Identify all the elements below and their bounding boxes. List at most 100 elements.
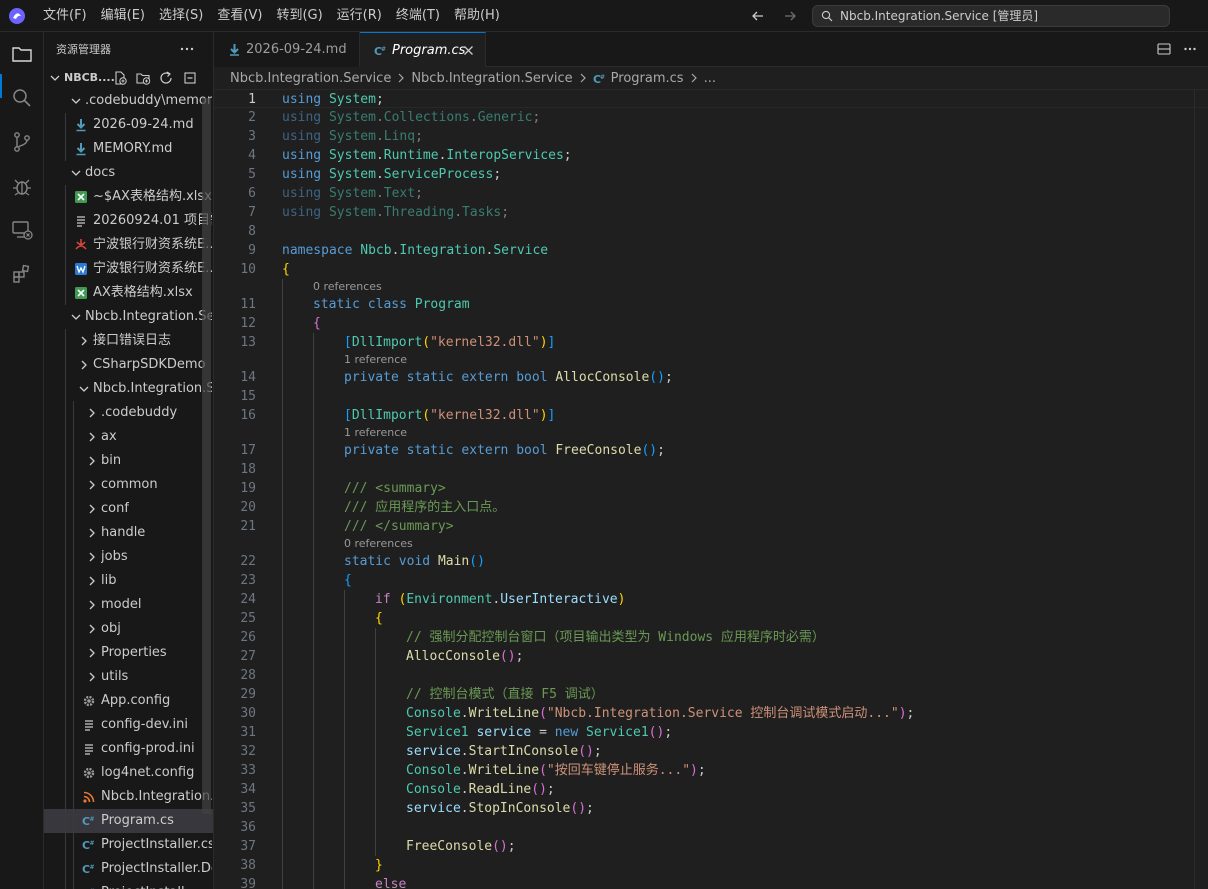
tree-folder[interactable]: CSharpSDKDemo: [44, 353, 213, 377]
codelens-references[interactable]: 1 reference: [214, 425, 1208, 441]
sidebar-scrollbar[interactable]: [202, 98, 211, 814]
code-line[interactable]: 23 {: [214, 571, 1208, 590]
tree-folder[interactable]: Properties: [44, 641, 213, 665]
tree-folder[interactable]: obj: [44, 617, 213, 641]
remote-explorer-icon[interactable]: [10, 218, 34, 242]
code-line[interactable]: 27 AllocConsole();: [214, 647, 1208, 666]
code-line[interactable]: 37 FreeConsole();: [214, 837, 1208, 856]
tree-file[interactable]: C # Program.cs: [44, 809, 213, 833]
tree-folder[interactable]: .codebuddy: [44, 401, 213, 425]
search-icon[interactable]: [10, 86, 34, 110]
tab-program-cs[interactable]: C # Program.cs: [360, 32, 486, 67]
tree-file[interactable]: 宁波银行财资系统E...: [44, 233, 213, 257]
tree-folder[interactable]: utils: [44, 665, 213, 689]
tree-file[interactable]: log4net.config: [44, 761, 213, 785]
tree-folder[interactable]: 接口错误日志: [44, 329, 213, 353]
menu-item[interactable]: 文件(F): [36, 0, 94, 32]
menu-item[interactable]: 终端(T): [389, 0, 447, 32]
split-editor-icon[interactable]: [1156, 41, 1172, 57]
code-line[interactable]: 21 /// </summary>: [214, 517, 1208, 536]
tree-file[interactable]: MEMORY.md: [44, 137, 213, 161]
menu-item[interactable]: 选择(S): [152, 0, 210, 32]
menu-item[interactable]: 转到(G): [269, 0, 329, 32]
code-line[interactable]: 19 /// <summary>: [214, 479, 1208, 498]
new-file-icon[interactable]: [112, 70, 128, 86]
code-line[interactable]: 18: [214, 460, 1208, 479]
code-line[interactable]: 33 Console.WriteLine("按回车键停止服务...");: [214, 761, 1208, 780]
code-line[interactable]: 10 {: [214, 260, 1208, 279]
tree-file[interactable]: config-prod.ini: [44, 737, 213, 761]
tree-file[interactable]: AX表格结构.xlsx: [44, 281, 213, 305]
code-line[interactable]: 34 Console.ReadLine();: [214, 780, 1208, 799]
tree-file[interactable]: 2026-09-24.md: [44, 113, 213, 137]
code-line[interactable]: 20 /// 应用程序的主入口点。: [214, 498, 1208, 517]
code-line[interactable]: 25 {: [214, 609, 1208, 628]
code-line[interactable]: 4 using System.Runtime.InteropServices;: [214, 146, 1208, 165]
tree-file[interactable]: Nbcb.Integration.S...: [44, 785, 213, 809]
code-line[interactable]: 1 using System;: [214, 89, 1208, 108]
code-line[interactable]: 28: [214, 666, 1208, 685]
code-line[interactable]: 12 {: [214, 314, 1208, 333]
code-line[interactable]: 11 static class Program: [214, 295, 1208, 314]
tree-folder[interactable]: jobs: [44, 545, 213, 569]
codelens-references[interactable]: 1 reference: [214, 352, 1208, 368]
codelens-references[interactable]: 0 references: [214, 279, 1208, 295]
menu-item[interactable]: 编辑(E): [94, 0, 152, 32]
collapse-all-icon[interactable]: [182, 70, 198, 86]
breadcrumb-item[interactable]: ...: [704, 71, 716, 86]
extensions-icon[interactable]: [10, 262, 34, 286]
workspace-section-header[interactable]: NBCB....: [44, 67, 213, 89]
menu-item[interactable]: 查看(V): [210, 0, 269, 32]
tree-folder[interactable]: ax: [44, 425, 213, 449]
tree-file[interactable]: C# ProjectInstaller.Des...: [44, 857, 213, 881]
code-line[interactable]: 17 private static extern bool FreeConsole…: [214, 441, 1208, 460]
arrow-left-icon[interactable]: [749, 7, 767, 25]
tree-folder[interactable]: Nbcb.Integration.Serv...: [44, 305, 213, 329]
code-line[interactable]: 5 using System.ServiceProcess;: [214, 165, 1208, 184]
more-actions-icon[interactable]: [1182, 41, 1198, 57]
code-line[interactable]: 22 static void Main(): [214, 552, 1208, 571]
codelens-references[interactable]: 0 references: [214, 536, 1208, 552]
code-line[interactable]: 36: [214, 818, 1208, 837]
code-line[interactable]: 29 // 控制台模式（直接 F5 调试）: [214, 685, 1208, 704]
code-line[interactable]: 24 if (Environment.UserInteractive): [214, 590, 1208, 609]
code-line[interactable]: 32 service.StartInConsole();: [214, 742, 1208, 761]
code-line[interactable]: 14 private static extern bool AllocConsol…: [214, 368, 1208, 387]
app-logo-icon[interactable]: [8, 7, 26, 25]
editor-scrollbar[interactable]: [1194, 89, 1208, 889]
run-debug-icon[interactable]: [10, 174, 34, 198]
code-line[interactable]: 39 else: [214, 875, 1208, 889]
menu-item[interactable]: 帮助(H): [447, 0, 507, 32]
tree-file[interactable]: ~$AX表格结构.xlsx: [44, 185, 213, 209]
tree-file[interactable]: 宁波银行财资系统E...: [44, 257, 213, 281]
more-actions-icon[interactable]: [178, 40, 196, 58]
close-icon[interactable]: [462, 44, 475, 57]
tree-file[interactable]: App.config: [44, 689, 213, 713]
breadcrumb-item[interactable]: Program.cs: [611, 71, 684, 86]
code-line[interactable]: 15: [214, 387, 1208, 406]
code-line[interactable]: 30 Console.WriteLine("Nbcb.Integration.Se…: [214, 704, 1208, 723]
code-line[interactable]: 26 // 强制分配控制台窗口（项目输出类型为 Windows 应用程序时必需）: [214, 628, 1208, 647]
tree-folder[interactable]: lib: [44, 569, 213, 593]
new-folder-icon[interactable]: [135, 70, 151, 86]
tree-folder[interactable]: .codebuddy\memory: [44, 89, 213, 113]
arrow-right-icon[interactable]: [781, 7, 799, 25]
source-control-icon[interactable]: [10, 130, 34, 154]
code-line[interactable]: 16 [DllImport("kernel32.dll")]: [214, 406, 1208, 425]
tree-file[interactable]: C # ProjectInstaller.cs: [44, 833, 213, 857]
menu-item[interactable]: 运行(R): [330, 0, 389, 32]
code-line[interactable]: 38}: [214, 856, 1208, 875]
command-center-search[interactable]: Nbcb.Integration.Service [管理员]: [812, 5, 1170, 27]
tree-folder[interactable]: docs: [44, 161, 213, 185]
tree-file[interactable]: config-dev.ini: [44, 713, 213, 737]
code-line[interactable]: 8: [214, 222, 1208, 241]
tree-folder[interactable]: bin: [44, 449, 213, 473]
tab-memory-md[interactable]: 2026-09-24.md: [214, 32, 360, 67]
code-line[interactable]: 13 [DllImport("kernel32.dll")]: [214, 333, 1208, 352]
code-line[interactable]: 7 using System.Threading.Tasks;: [214, 203, 1208, 222]
code-line[interactable]: 3 using System.Linq;: [214, 127, 1208, 146]
code-line[interactable]: 9 namespace Nbcb.Integration.Service: [214, 241, 1208, 260]
code-line[interactable]: 35 service.StopInConsole();: [214, 799, 1208, 818]
refresh-icon[interactable]: [158, 70, 174, 86]
tree-folder[interactable]: conf: [44, 497, 213, 521]
